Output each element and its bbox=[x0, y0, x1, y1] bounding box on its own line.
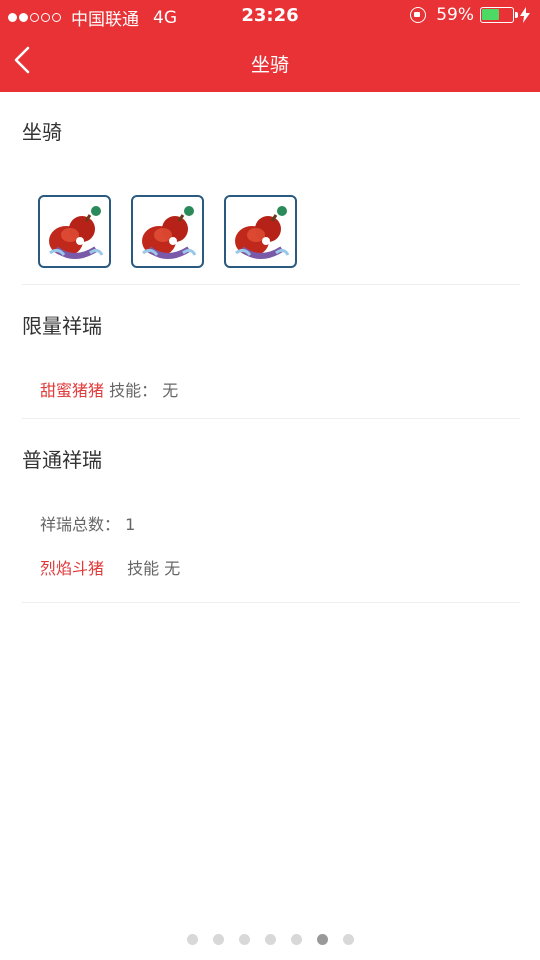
section-title-normal: 普通祥瑞 bbox=[22, 448, 102, 472]
limited-item-skill: 技能： 无 bbox=[109, 381, 179, 400]
page-dot[interactable] bbox=[316, 934, 328, 945]
mount-thumbnail[interactable] bbox=[224, 195, 297, 268]
mount-list bbox=[38, 195, 317, 268]
normal-total-value: 1 bbox=[125, 515, 136, 534]
normal-total-label: 祥瑞总数： bbox=[40, 515, 121, 534]
battery-icon bbox=[480, 7, 518, 23]
limited-item-name[interactable]: 甜蜜猪猪 bbox=[40, 381, 104, 400]
page-indicator bbox=[0, 934, 540, 945]
page-dot[interactable] bbox=[342, 934, 354, 945]
nav-bar: 坐骑 bbox=[0, 32, 540, 92]
mount-thumbnail[interactable] bbox=[38, 195, 111, 268]
limited-item-row: 甜蜜猪猪 技能： 无 bbox=[40, 377, 178, 401]
red-gourd-mount-icon bbox=[142, 206, 197, 259]
section-title-mounts: 坐骑 bbox=[22, 120, 62, 144]
status-right: 59% bbox=[410, 5, 530, 25]
section-divider bbox=[22, 284, 520, 285]
page-dot[interactable] bbox=[238, 934, 250, 945]
orientation-lock-icon bbox=[410, 7, 427, 23]
section-divider bbox=[22, 602, 520, 603]
page-dot[interactable] bbox=[290, 934, 302, 945]
header-bar: 中国联通 4G 23:26 59% 坐骑 bbox=[0, 0, 540, 92]
normal-item-skill: 技能 无 bbox=[127, 559, 181, 578]
page-dot[interactable] bbox=[186, 934, 198, 945]
battery-fill bbox=[482, 9, 499, 20]
page-dot[interactable] bbox=[264, 934, 276, 945]
normal-item-row: 烈焰斗猪 技能 无 bbox=[40, 555, 180, 579]
page-title: 坐骑 bbox=[250, 54, 289, 76]
status-bar: 中国联通 4G 23:26 59% bbox=[0, 0, 540, 32]
red-gourd-mount-icon bbox=[235, 206, 290, 259]
normal-item-name[interactable]: 烈焰斗猪 bbox=[40, 559, 104, 578]
battery-percent: 59% bbox=[436, 5, 474, 25]
section-divider bbox=[22, 418, 520, 419]
page-dot[interactable] bbox=[212, 934, 224, 945]
red-gourd-mount-icon bbox=[49, 206, 104, 259]
section-title-limited: 限量祥瑞 bbox=[22, 314, 102, 338]
mount-thumbnail[interactable] bbox=[131, 195, 204, 268]
charging-bolt-icon bbox=[520, 7, 530, 23]
normal-total-row: 祥瑞总数： 1 bbox=[40, 511, 135, 535]
